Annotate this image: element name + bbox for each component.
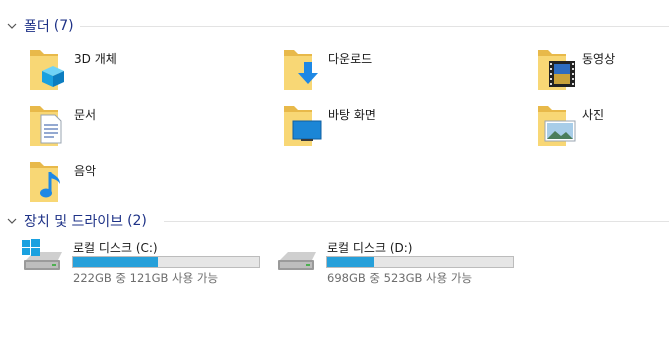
folders-group-header[interactable]: 폴더 (7) [6, 16, 74, 36]
drive-usage-fill [327, 257, 374, 267]
documents-icon [28, 102, 70, 148]
folder-item-downloads[interactable]: 다운로드 [282, 46, 522, 94]
chevron-down-icon [7, 218, 17, 224]
folder-label: 동영상 [582, 52, 616, 66]
desktop-icon [282, 102, 324, 148]
folder-item-music[interactable]: 음악 [28, 158, 268, 206]
folders-group-count: (7) [53, 18, 74, 34]
drive-usage-fill [73, 257, 158, 267]
folders-group-divider [80, 26, 669, 27]
devices-group-header[interactable]: 장치 및 드라이브 (2) [6, 211, 147, 231]
devices-group-count: (2) [127, 213, 147, 229]
drive-usage-bar [326, 256, 514, 268]
drive-name: 로컬 디스크 (D:) [327, 241, 413, 255]
chevron-down-icon [7, 23, 17, 29]
folder-item-desktop[interactable]: 바탕 화면 [282, 102, 522, 150]
music-icon [28, 158, 70, 204]
downloads-icon [282, 46, 324, 92]
folder-item-3d-objects[interactable]: 3D 개체 [28, 46, 268, 94]
drive-item-c[interactable]: 로컬 디스크 (C:) 222GB 중 121GB 사용 가능 [20, 238, 270, 285]
drive-item-d[interactable]: 로컬 디스크 (D:) 698GB 중 523GB 사용 가능 [274, 238, 524, 285]
folder-label: 음악 [74, 164, 97, 178]
devices-group-title: 장치 및 드라이브 [24, 214, 124, 230]
videos-icon [536, 46, 578, 92]
hard-drive-icon [278, 252, 316, 270]
folder-label: 바탕 화면 [328, 108, 376, 122]
folders-group-title: 폴더 [24, 19, 50, 35]
drive-free-space: 222GB 중 121GB 사용 가능 [73, 271, 219, 285]
drive-name: 로컬 디스크 (C:) [73, 241, 158, 255]
folder-label: 사진 [582, 108, 605, 122]
pictures-icon [536, 102, 578, 148]
folder-label: 3D 개체 [74, 52, 117, 66]
folder-label: 다운로드 [328, 52, 373, 66]
folder-item-videos[interactable]: 동영상 [536, 46, 666, 94]
devices-group-divider [164, 221, 669, 222]
3d-objects-icon [28, 46, 70, 92]
folder-label: 문서 [74, 108, 97, 122]
folder-item-pictures[interactable]: 사진 [536, 102, 666, 150]
windows-drive-icon [22, 239, 62, 270]
drive-usage-bar [72, 256, 260, 268]
folder-item-documents[interactable]: 문서 [28, 102, 268, 150]
drive-free-space: 698GB 중 523GB 사용 가능 [327, 271, 473, 285]
